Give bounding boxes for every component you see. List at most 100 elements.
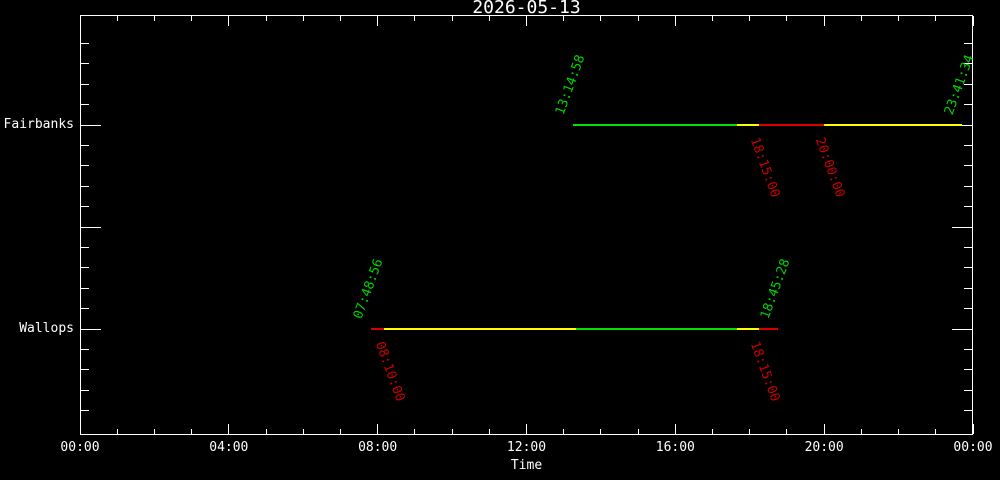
x-axis-tick (339, 429, 341, 434)
x-axis-tick (377, 424, 379, 434)
x-axis-tick (935, 429, 937, 434)
y-axis-tick (964, 165, 972, 167)
x-axis-tick (600, 16, 602, 21)
y-axis-tick (81, 42, 89, 44)
y-axis-tick (964, 410, 972, 412)
y-axis-tick (964, 389, 972, 391)
y-axis-tick (964, 144, 972, 146)
x-axis-tick (935, 16, 937, 21)
x-axis-tick (228, 424, 230, 434)
x-axis-tick (563, 429, 565, 434)
x-axis-tick (79, 424, 81, 434)
x-axis-tick (488, 429, 490, 434)
x-axis-tick (414, 16, 416, 21)
x-axis-tick (674, 16, 676, 26)
y-axis-tick (81, 226, 101, 228)
y-axis-tick (964, 308, 972, 310)
x-axis-tick (898, 16, 900, 21)
x-axis-tick (860, 16, 862, 21)
x-axis-tick (451, 429, 453, 434)
x-axis-tick (972, 16, 974, 26)
x-axis-tick (786, 16, 788, 21)
x-tick-label: 16:00 (655, 440, 695, 455)
x-axis-tick (265, 429, 267, 434)
y-axis-tick (81, 267, 89, 269)
x-axis-tick (600, 429, 602, 434)
y-axis-tick (952, 226, 972, 228)
x-axis-tick (749, 16, 751, 21)
y-axis-tick (964, 287, 972, 289)
timeline-segment (576, 328, 738, 330)
x-axis-tick (191, 429, 193, 434)
y-axis-tick (81, 206, 89, 208)
x-axis-tick (860, 429, 862, 434)
station-label: Wallops (19, 321, 74, 336)
x-axis-tick (451, 16, 453, 21)
x-axis-tick (786, 429, 788, 434)
y-axis-tick (81, 389, 89, 391)
timeline-segment (370, 328, 384, 330)
y-axis-tick (964, 369, 972, 371)
y-axis-tick (81, 144, 89, 146)
timeline-segment (737, 124, 760, 126)
timeline-segment (737, 328, 760, 330)
x-tick-label: 00:00 (953, 440, 993, 455)
x-tick-label: 08:00 (358, 440, 398, 455)
x-tick-label: 12:00 (506, 440, 547, 455)
x-axis-tick (972, 424, 974, 434)
y-axis-tick (81, 124, 101, 126)
y-axis-tick (964, 185, 972, 187)
x-axis-tick (637, 429, 639, 434)
x-axis-tick (712, 16, 714, 21)
x-axis-tick (414, 429, 416, 434)
x-axis-tick (674, 424, 676, 434)
x-axis-tick (823, 424, 825, 434)
y-axis-tick (81, 308, 89, 310)
x-tick-label: 00:00 (60, 440, 100, 455)
timeline-chart-screen: 2026-05-13 00:00 04:00 08:00 12:00 16:00 20:0… (0, 0, 1000, 480)
x-axis-tick (265, 16, 267, 21)
y-axis-tick (81, 348, 89, 350)
x-axis-tick (377, 16, 379, 26)
y-axis-tick (964, 267, 972, 269)
station-label: Fairbanks (3, 117, 74, 132)
x-axis-tick (339, 16, 341, 21)
x-axis-tick (153, 429, 155, 434)
x-axis-tick (488, 16, 490, 21)
y-axis-tick (81, 185, 89, 187)
y-axis-tick (964, 104, 972, 106)
x-axis-tick (563, 16, 565, 21)
x-tick-label: 20:00 (804, 440, 844, 455)
y-axis-tick (81, 83, 89, 85)
x-axis-tick (302, 429, 304, 434)
y-axis-tick (964, 42, 972, 44)
x-axis-tick (526, 16, 527, 26)
x-axis-tick (228, 16, 230, 26)
chart-title: 2026-05-13 (472, 0, 581, 18)
y-axis-tick (81, 63, 89, 65)
x-axis-title: Time (510, 458, 543, 473)
y-axis-tick (81, 287, 89, 289)
plot-area-border (80, 15, 973, 435)
x-axis-tick (526, 424, 527, 434)
x-axis-tick (302, 16, 304, 21)
y-axis-tick (81, 369, 89, 371)
y-axis-tick (81, 104, 89, 106)
y-axis-tick (964, 246, 972, 248)
y-axis-tick (964, 206, 972, 208)
timeline-segment (759, 328, 778, 330)
x-axis-tick (116, 16, 118, 21)
y-axis-tick (81, 410, 89, 412)
x-axis-tick (191, 16, 193, 21)
x-axis-tick (153, 16, 155, 21)
y-axis-tick (81, 165, 89, 167)
x-tick-label: 04:00 (209, 440, 249, 455)
y-axis-tick (964, 348, 972, 350)
x-axis-tick (898, 429, 900, 434)
x-axis-tick (116, 429, 118, 434)
timeline-segment (824, 124, 962, 126)
y-axis-tick (81, 328, 101, 330)
timeline-segment (383, 328, 577, 330)
y-axis-tick (952, 328, 972, 330)
timeline-segment (572, 124, 738, 126)
